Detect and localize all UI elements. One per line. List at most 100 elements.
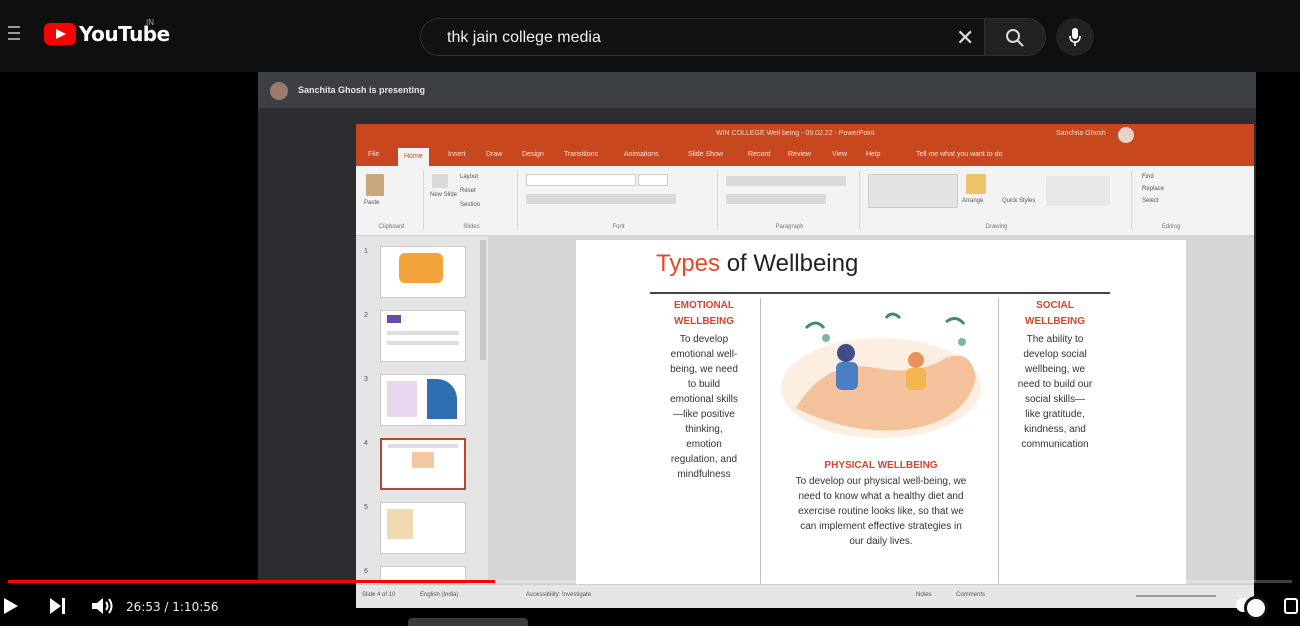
thumb-line: [387, 331, 459, 335]
physical-wellbeing-heading: PHYSICAL WELLBEING: [824, 460, 938, 471]
body-line: like gratitude,: [1025, 409, 1085, 420]
social-wellbeing-heading: SOCIAL WELLBEING: [1004, 298, 1106, 330]
slide-thumbnails: 1 2 3 4 5 6: [356, 236, 488, 584]
play-icon[interactable]: [4, 598, 18, 614]
ppt-tab-help: Help: [866, 151, 881, 158]
ppt-tab-transitions: Transitions: [564, 151, 598, 158]
slide-thumbnail-3: [380, 374, 466, 426]
ribbon-group-slides: New Slide Layout Reset Section Slides: [426, 170, 518, 230]
thumb-number: 4: [364, 440, 368, 447]
arrange-icon: [966, 174, 986, 194]
editing-label: Editing: [1161, 224, 1181, 230]
ppt-ribbon: Paste Clipboard New Slide Layout Reset S…: [356, 166, 1254, 236]
thumb-block: [387, 315, 401, 323]
slide-thumbnail-4: [380, 438, 466, 490]
new-slide-icon: [432, 174, 448, 188]
presenting-bar: Sanchita Ghosh is presenting: [258, 72, 1256, 108]
body-line: To develop: [679, 334, 729, 345]
youtube-wordmark: YouTube: [79, 22, 170, 46]
replace-label: Replace: [1142, 186, 1165, 192]
body-line: social skills—: [1024, 394, 1085, 405]
thumb-block: [412, 452, 434, 468]
thumb-illustration: [399, 253, 443, 283]
ppt-tab-slideshow: Slide Show: [688, 151, 724, 158]
list-buttons: [726, 176, 846, 186]
thumb-block: [387, 509, 413, 539]
time-display: 26:53 / 1:10:56: [126, 600, 219, 614]
thumb-number: 3: [364, 376, 368, 383]
microphone-icon: [1069, 28, 1081, 46]
column-divider: [998, 298, 999, 584]
slide-thumbnail-2: [380, 310, 466, 362]
heading-line: WELLBEING: [1025, 316, 1085, 327]
ppt-tab-draw: Draw: [486, 151, 503, 158]
thumbnails-scrollbar: [480, 240, 486, 360]
slide-thumbnail-1: [380, 246, 466, 298]
ppt-document-title: WIN COLLEGE Well being - 09.02.22 - Powe…: [716, 130, 875, 137]
search-box[interactable]: thk jain college media ✕: [420, 18, 996, 56]
search-input[interactable]: thk jain college media: [447, 29, 601, 47]
body-line: The ability to: [1026, 334, 1084, 345]
hamburger-menu-icon[interactable]: [8, 26, 20, 40]
voice-search-button[interactable]: [1056, 18, 1094, 56]
body-line: need to build our: [1017, 379, 1093, 390]
body-line: exercise routine looks like, so that we: [798, 506, 964, 517]
slide-title-accent: Types: [656, 250, 721, 277]
video-progress-bar[interactable]: [8, 580, 1292, 583]
ppt-tab-view: View: [832, 151, 848, 158]
font-format-buttons: [526, 194, 676, 204]
body-line: regulation, and: [670, 454, 738, 465]
ppt-user-name: Sanchita Ghosh: [1056, 130, 1106, 137]
slide-title-rest: of Wellbeing: [720, 250, 859, 277]
progress-played: [8, 580, 495, 583]
subtitles-icon[interactable]: [1284, 598, 1298, 614]
shape-fill-options: [1046, 176, 1110, 206]
font-name-box: [526, 174, 636, 186]
paragraph-label: Paragraph: [775, 224, 804, 230]
column-divider: [760, 298, 761, 584]
autoplay-toggle[interactable]: [1236, 596, 1268, 620]
ribbon-group-clipboard: Paste Clipboard: [360, 170, 424, 230]
title-underline: [650, 292, 1110, 294]
ppt-tell-me: Tell me what you want to do: [916, 151, 1003, 158]
youtube-header: YouTube IN thk jain college media ✕: [0, 0, 1300, 72]
new-slide-label: New Slide: [430, 192, 458, 198]
emotional-wellbeing-heading: EMOTIONAL WELLBEING: [656, 298, 752, 330]
body-line: mindfulness: [677, 469, 731, 480]
presenter-avatar: [270, 82, 288, 100]
font-label: Font: [612, 224, 625, 230]
ppt-user-avatar: [1118, 127, 1134, 143]
ppt-title-bar: WIN COLLEGE Well being - 09.02.22 - Powe…: [356, 124, 1254, 146]
body-line: emotional well-: [670, 349, 738, 360]
select-label: Select: [1142, 198, 1159, 204]
body-line: kindness, and: [1024, 424, 1086, 435]
thumb-number: 5: [364, 504, 368, 511]
thumb-number: 6: [364, 568, 368, 575]
clear-search-icon[interactable]: ✕: [956, 25, 974, 51]
ribbon-group-editing: Find Replace Select Editing: [1136, 170, 1206, 230]
next-video-icon[interactable]: [50, 598, 66, 614]
ribbon-group-drawing: Arrange Quick Styles Drawing: [862, 170, 1132, 230]
ppt-ribbon-tabs: File Home Insert Draw Design Transitions…: [356, 146, 1254, 166]
powerpoint-window: WIN COLLEGE Well being - 09.02.22 - Powe…: [356, 124, 1254, 608]
slide-editing-area: Types of Wellbeing EMOTIONAL WELLBEING T…: [488, 236, 1254, 584]
body-line: —like positive: [673, 409, 735, 420]
body-line: need to know what a healthy diet and: [798, 491, 964, 502]
thumb-block: [387, 381, 417, 417]
ppt-tab-review: Review: [788, 151, 811, 158]
youtube-player-page: YouTube IN thk jain college media ✕ Sanc…: [0, 0, 1300, 626]
body-line: To develop our physical well-being, we: [795, 476, 967, 487]
ppt-tab-insert: Insert: [448, 151, 466, 158]
social-wellbeing-text: The ability to develop social wellbeing,…: [1004, 332, 1106, 452]
thumb-line: [388, 444, 458, 448]
font-size-box: [638, 174, 668, 186]
quick-styles-label: Quick Styles: [1002, 198, 1036, 204]
ribbon-group-font: Font: [520, 170, 718, 230]
search-button[interactable]: [984, 18, 1046, 56]
body-line: can implement effective strategies in: [800, 521, 962, 532]
volume-icon[interactable]: [92, 597, 114, 615]
slide-thumbnail-5: [380, 502, 466, 554]
thumb-block: [427, 379, 457, 419]
reset-label: Reset: [460, 188, 476, 194]
layout-label: Layout: [460, 174, 479, 180]
